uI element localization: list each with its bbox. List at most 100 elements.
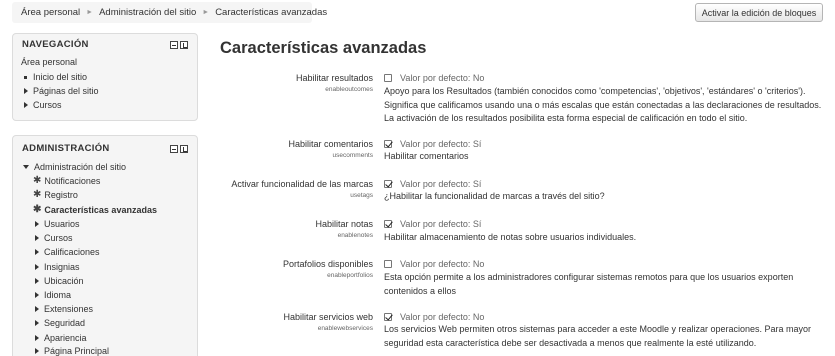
gear-icon: ✱	[33, 204, 42, 215]
expand-arrow-icon	[35, 306, 39, 312]
nav-item-label: Área personal	[21, 57, 78, 67]
breadcrumb: Área personal ► Administración del sitio…	[12, 2, 327, 23]
admin-item-registro[interactable]: ✱ Registro	[33, 189, 78, 201]
breadcrumb-item-current: Características avanzadas	[215, 7, 328, 18]
setting-name: Activar funcionalidad de las marcas	[231, 179, 373, 189]
setting-control-enablenotes: Valor por defecto: Sí	[384, 219, 481, 229]
nav-item-area-personal[interactable]: Área personal	[21, 57, 77, 67]
dock-block-icon[interactable]	[180, 40, 188, 49]
default-value-text: Valor por defecto: Sí	[400, 219, 482, 229]
default-value-text: Valor por defecto: No	[400, 312, 485, 322]
setting-control-enableoutcomes: Valor por defecto: No	[384, 73, 484, 83]
setting-key: enableportfolios	[327, 272, 373, 279]
expand-arrow-icon	[35, 335, 39, 341]
admin-item-label: Idioma	[44, 290, 72, 300]
expand-arrow-icon	[35, 320, 39, 326]
setting-name: Habilitar notas	[315, 219, 373, 229]
expand-arrow-icon	[35, 235, 39, 241]
setting-key: enableoutcomes	[325, 86, 373, 93]
admin-item-cursos[interactable]: Cursos	[35, 233, 73, 243]
setting-key: usecomments	[332, 152, 373, 159]
admin-item-idioma[interactable]: Idioma	[35, 290, 71, 300]
admin-item-caracteristicas-avanzadas[interactable]: ✱ Características avanzadas	[33, 204, 157, 216]
setting-description-usecomments: Habilitar comentarios	[384, 151, 469, 161]
setting-description-enablewebservices: Los servicios Web permiten otros sistema…	[384, 324, 812, 348]
setting-name: Habilitar servicios web	[283, 312, 373, 322]
collapse-arrow-icon	[23, 165, 29, 169]
collapse-block-icon[interactable]	[170, 144, 178, 153]
admin-item-label: Registro	[44, 190, 78, 200]
breadcrumb-separator-icon: ►	[86, 9, 94, 16]
nav-item-cursos[interactable]: Cursos	[24, 100, 62, 110]
gear-icon: ✱	[33, 175, 42, 186]
usetags-checkbox[interactable]	[384, 180, 392, 188]
setting-description-usetags: ¿Habilitar la funcionalidad de marcas a …	[384, 191, 605, 201]
nav-item-label: Cursos	[33, 100, 62, 110]
page-title: Características avanzadas	[220, 39, 427, 57]
admin-item-seguridad[interactable]: Seguridad	[35, 318, 85, 328]
admin-item-calificaciones[interactable]: Calificaciones	[35, 247, 100, 257]
default-value-text: Valor por defecto: Sí	[400, 179, 482, 189]
expand-arrow-icon	[24, 102, 28, 108]
admin-item-administracion-sitio[interactable]: Administración del sitio	[23, 162, 126, 172]
admin-item-notificaciones[interactable]: ✱ Notificaciones	[33, 175, 101, 187]
setting-label-enableportfolios: Portafolios disponibles enableportfolios	[283, 259, 373, 279]
admin-item-pagina-principal[interactable]: Página Principal	[35, 346, 109, 356]
admin-item-apariencia[interactable]: Apariencia	[35, 333, 87, 343]
setting-control-enableportfolios: Valor por defecto: No	[384, 259, 484, 269]
navigation-block-header: NAVEGACIÓN	[13, 34, 197, 55]
usecomments-checkbox[interactable]	[384, 140, 392, 148]
expand-arrow-icon	[35, 221, 39, 227]
expand-arrow-icon	[35, 292, 39, 298]
setting-name: Habilitar comentarios	[288, 139, 373, 149]
edit-blocks-button[interactable]: Activar la edición de bloques	[695, 3, 823, 22]
admin-item-label: Página Principal	[44, 346, 110, 356]
admin-item-usuarios[interactable]: Usuarios	[35, 219, 80, 229]
admin-item-label: Notificaciones	[44, 176, 101, 186]
nav-item-label: Inicio del sitio	[33, 72, 88, 82]
admin-item-ubicacion[interactable]: Ubicación	[35, 276, 84, 286]
gear-icon: ✱	[33, 189, 42, 200]
block-controls	[170, 40, 188, 49]
navigation-block-title: NAVEGACIÓN	[22, 39, 89, 50]
bullet-icon	[24, 75, 27, 79]
admin-item-label: Administración del sitio	[34, 162, 127, 172]
admin-item-extensiones[interactable]: Extensiones	[35, 304, 93, 314]
admin-item-label: Extensiones	[44, 304, 94, 314]
nav-item-inicio-sitio[interactable]: Inicio del sitio	[24, 72, 87, 82]
dock-block-icon[interactable]	[180, 144, 188, 153]
setting-control-enablewebservices: Valor por defecto: No	[384, 312, 484, 322]
breadcrumb-separator-icon: ►	[202, 9, 210, 16]
breadcrumb-item-area-personal[interactable]: Área personal	[21, 7, 80, 18]
expand-arrow-icon	[35, 264, 39, 270]
nav-item-paginas-sitio[interactable]: Páginas del sitio	[24, 86, 99, 96]
nav-item-label: Páginas del sitio	[33, 86, 99, 96]
enableportfolios-checkbox[interactable]	[384, 260, 392, 268]
breadcrumb-item-admin[interactable]: Administración del sitio	[99, 7, 196, 18]
setting-description-enableoutcomes: Apoyo para los Resultados (también conoc…	[384, 86, 822, 123]
admin-item-insignias[interactable]: Insignias	[35, 262, 80, 272]
expand-arrow-icon	[24, 88, 28, 94]
administration-block-header: ADMINISTRACIÓN	[13, 138, 197, 159]
default-value-text: Valor por defecto: Sí	[400, 139, 482, 149]
setting-label-enableoutcomes: Habilitar resultados enableoutcomes	[296, 73, 373, 93]
setting-name: Habilitar resultados	[295, 73, 373, 83]
enablenotes-checkbox[interactable]	[384, 220, 392, 228]
expand-arrow-icon	[35, 278, 39, 284]
setting-description-enableportfolios: Esta opción permite a los administradore…	[384, 272, 794, 296]
setting-key: usetags	[350, 192, 373, 199]
setting-label-enablenotes: Habilitar notas enablenotes	[315, 219, 373, 239]
admin-item-label: Insignias	[44, 262, 80, 272]
expand-arrow-icon	[35, 249, 39, 255]
default-value-text: Valor por defecto: No	[400, 73, 485, 83]
enableoutcomes-checkbox[interactable]	[384, 74, 392, 82]
collapse-block-icon[interactable]	[170, 40, 178, 49]
admin-item-label: Apariencia	[44, 333, 87, 343]
setting-key: enablenotes	[337, 232, 373, 239]
setting-label-enablewebservices: Habilitar servicios web enablewebservice…	[283, 312, 373, 332]
setting-label-usecomments: Habilitar comentarios usecomments	[288, 139, 373, 159]
setting-description-enablenotes: Habilitar almacenamiento de notas sobre …	[384, 232, 637, 242]
enablewebservices-checkbox[interactable]	[384, 313, 392, 321]
setting-label-usetags: Activar funcionalidad de las marcas uset…	[231, 179, 373, 199]
setting-key: enablewebservices	[317, 325, 373, 332]
